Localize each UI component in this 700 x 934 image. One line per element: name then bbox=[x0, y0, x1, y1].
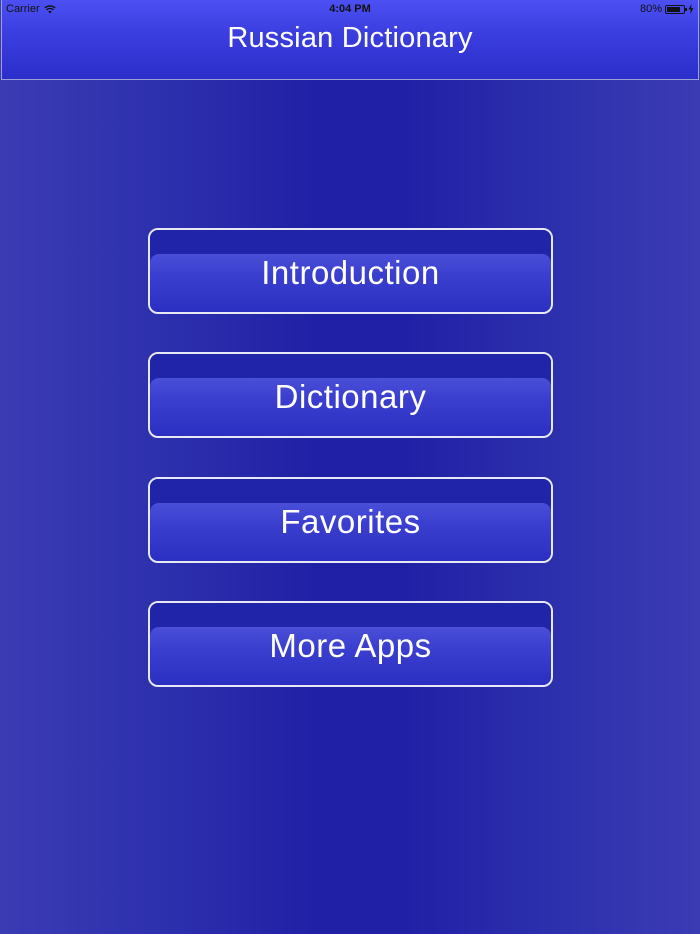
dictionary-button[interactable]: Dictionary bbox=[148, 352, 553, 438]
status-bar: Carrier 4:04 PM 80% bbox=[0, 0, 700, 20]
bolt-icon bbox=[688, 4, 694, 14]
button-top-band bbox=[150, 479, 551, 505]
favorites-label: Favorites bbox=[280, 503, 421, 540]
button-top-band bbox=[150, 603, 551, 629]
dictionary-label: Dictionary bbox=[274, 378, 427, 415]
battery-icon bbox=[665, 4, 687, 14]
page-title: Russian Dictionary bbox=[227, 22, 473, 54]
more-apps-button[interactable]: More Apps bbox=[148, 601, 553, 687]
battery-percent: 80% bbox=[639, 3, 662, 15]
button-top-band bbox=[150, 230, 551, 256]
battery-status: 80% bbox=[640, 3, 694, 15]
introduction-button[interactable]: Introduction bbox=[148, 228, 553, 314]
introduction-label: Introduction bbox=[261, 254, 440, 291]
favorites-button[interactable]: Favorites bbox=[148, 477, 553, 563]
status-time: 4:04 PM bbox=[329, 3, 371, 15]
button-top-band bbox=[150, 354, 551, 380]
battery-fill bbox=[667, 6, 680, 12]
more-apps-label: More Apps bbox=[269, 627, 432, 664]
